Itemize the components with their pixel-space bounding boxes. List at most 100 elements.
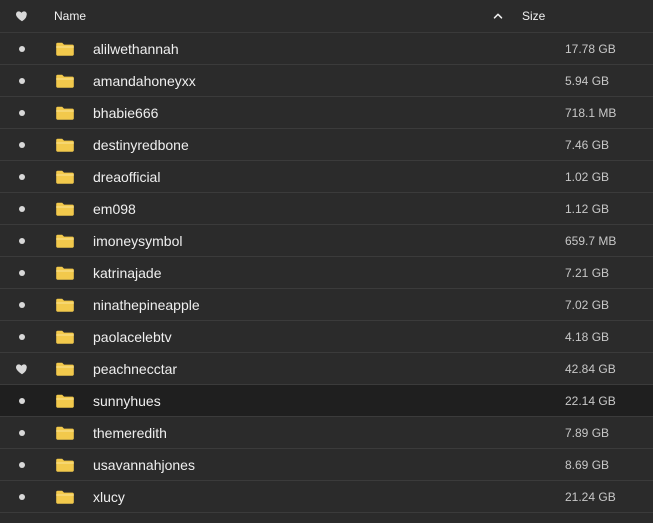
dot-icon [19,237,25,244]
name-column-header[interactable]: Name [44,9,522,23]
dot-icon [19,45,25,52]
folder-name[interactable]: xlucy [93,489,565,505]
folder-icon [44,41,93,57]
favorite-toggle[interactable] [0,237,44,244]
folder-size: 7.46 GB [565,137,610,152]
favorite-toggle[interactable] [0,173,44,180]
folder-size: 42.84 GB [565,361,616,376]
folder-name[interactable]: imoneysymbol [93,233,565,249]
favorite-toggle[interactable] [0,333,44,340]
folder-icon [44,233,93,249]
folder-size: 1.02 GB [565,169,610,184]
dot-icon [19,397,25,404]
favorite-toggle[interactable] [0,429,44,436]
folder-size: 718.1 MB [565,105,617,120]
heart-icon [15,362,29,376]
size-header-label: Size [522,9,546,23]
favorite-toggle[interactable] [0,45,44,52]
favorite-toggle[interactable] [0,397,44,404]
table-header: Name Size [0,0,653,33]
folder-name[interactable]: sunnyhues [93,393,565,409]
dot-icon [19,493,25,500]
folder-icon [44,297,93,313]
folder-size: 1.12 GB [565,201,610,216]
table-row[interactable]: em098 1.12 GB [0,193,653,225]
folder-size: 7.21 GB [565,265,610,280]
table-row[interactable]: peachnecctar 42.84 GB [0,353,653,385]
folder-name[interactable]: themeredith [93,425,565,441]
table-row[interactable]: amandahoneyxx 5.94 GB [0,65,653,97]
table-row[interactable]: alilwethannah 17.78 GB [0,33,653,65]
folder-icon [44,329,93,345]
folder-icon [44,201,93,217]
folder-size: 4.18 GB [565,329,610,344]
table-row[interactable]: ninathepineapple 7.02 GB [0,289,653,321]
heart-icon [15,9,29,23]
dot-icon [19,77,25,84]
folder-icon [44,489,93,505]
table-row[interactable]: dreaofficial 1.02 GB [0,161,653,193]
folder-size: 7.02 GB [565,297,610,312]
favorite-toggle[interactable] [0,77,44,84]
table-row[interactable]: katrinajade 7.21 GB [0,257,653,289]
table-row[interactable]: xlucy 21.24 GB [0,481,653,513]
folder-name[interactable]: destinyredbone [93,137,565,153]
table-row[interactable]: imoneysymbol 659.7 MB [0,225,653,257]
table-row[interactable]: usavannahjones 8.69 GB [0,449,653,481]
favorite-column-header[interactable] [0,9,44,23]
folder-icon [44,73,93,89]
favorite-toggle[interactable] [0,205,44,212]
folder-icon [44,265,93,281]
folder-size: 22.14 GB [565,393,616,408]
folder-icon [44,137,93,153]
dot-icon [19,461,25,468]
chevron-up-icon[interactable] [492,10,504,22]
dot-icon [19,429,25,436]
favorite-toggle[interactable] [0,493,44,500]
table-row[interactable]: themeredith 7.89 GB [0,417,653,449]
favorite-toggle[interactable] [0,301,44,308]
folder-size: 7.89 GB [565,425,610,440]
folder-icon [44,457,93,473]
dot-icon [19,141,25,148]
table-row[interactable]: destinyredbone 7.46 GB [0,129,653,161]
dot-icon [19,173,25,180]
folder-size: 659.7 MB [565,233,617,248]
folder-icon [44,361,93,377]
dot-icon [19,333,25,340]
folder-size: 21.24 GB [565,489,616,504]
folder-name[interactable]: katrinajade [93,265,565,281]
dot-icon [19,109,25,116]
folder-size: 5.94 GB [565,73,610,88]
folder-size: 8.69 GB [565,457,610,472]
folder-name[interactable]: dreaofficial [93,169,565,185]
folder-name[interactable]: peachnecctar [93,361,565,377]
folder-name[interactable]: alilwethannah [93,41,565,57]
dot-icon [19,205,25,212]
name-header-label: Name [54,9,87,23]
favorite-toggle[interactable] [0,109,44,116]
folder-name[interactable]: bhabie666 [93,105,565,121]
favorite-toggle[interactable] [0,269,44,276]
folder-icon [44,105,93,121]
favorite-toggle[interactable] [0,141,44,148]
dot-icon [19,269,25,276]
folder-name[interactable]: em098 [93,201,565,217]
folder-name[interactable]: paolacelebtv [93,329,565,345]
folder-name[interactable]: amandahoneyxx [93,73,565,89]
folder-icon [44,393,93,409]
table-row[interactable]: bhabie666 718.1 MB [0,97,653,129]
favorite-toggle[interactable] [0,362,44,376]
folder-name[interactable]: ninathepineapple [93,297,565,313]
file-table: Name Size alilwethannah 17.78 GB amandahon… [0,0,653,523]
folder-icon [44,169,93,185]
folder-name[interactable]: usavannahjones [93,457,565,473]
table-body: alilwethannah 17.78 GB amandahoneyxx 5.94 G… [0,33,653,513]
favorite-toggle[interactable] [0,461,44,468]
dot-icon [19,301,25,308]
folder-icon [44,425,93,441]
table-row[interactable]: sunnyhues 22.14 GB [0,385,653,417]
size-column-header[interactable]: Size [522,9,610,23]
folder-size: 17.78 GB [565,41,616,56]
table-row[interactable]: paolacelebtv 4.18 GB [0,321,653,353]
